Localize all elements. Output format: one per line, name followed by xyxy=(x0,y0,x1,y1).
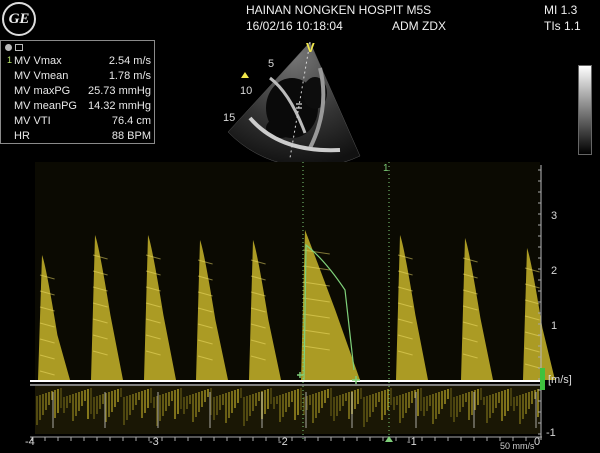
echo-sector-image xyxy=(227,41,361,168)
measurement-value: 2.54 m/s xyxy=(108,55,151,67)
measurement-panel: 1 MV Vmax 2.54 m/s MV Vmean 1.78 m/s MV maxPG… xyxy=(0,40,155,144)
velocity-tick-label: 2 xyxy=(551,265,558,277)
measurement-label: MV Vmax xyxy=(14,55,62,67)
panel-toolbar xyxy=(5,43,25,53)
velocity-tick-label: -1 xyxy=(546,427,556,439)
doppler-spectrum xyxy=(30,162,555,442)
measurement-value: 1.78 m/s xyxy=(108,70,151,82)
depth-label: 10 xyxy=(240,85,253,97)
baseline-marker[interactable] xyxy=(540,368,545,390)
measurement-label: MV meanPG xyxy=(14,100,77,112)
measurement-value: 14.32 mmHg xyxy=(88,100,151,112)
measurement-label: MV VTI xyxy=(14,115,51,127)
ge-logo: GE xyxy=(2,2,36,36)
operator-id: ADM ZDX xyxy=(392,19,446,33)
measurement-value: 88 BPM xyxy=(111,130,151,142)
depth-marker-icon xyxy=(241,72,249,78)
measurement-row: MV meanPG 14.32 mmHg xyxy=(7,100,153,115)
hospital-name: HAINAN NONGKEN HOSPIT M5S xyxy=(246,3,432,17)
depth-label: 15 xyxy=(223,112,236,124)
velocity-units: [m/s] xyxy=(548,374,572,386)
time-tick-label: -1 xyxy=(407,436,417,448)
record-icon xyxy=(5,44,12,51)
measurement-row: MV Vmean 1.78 m/s xyxy=(7,70,153,85)
measurement-row: MV maxPG 25.73 mmHg xyxy=(7,85,153,100)
measurement-label: MV maxPG xyxy=(14,85,71,97)
measurement-row: MV VTI 76.4 cm xyxy=(7,115,153,130)
velocity-tick-label: 3 xyxy=(551,210,558,222)
time-tick-label: -3 xyxy=(149,436,159,448)
grid-icon xyxy=(15,44,23,51)
sector-orientation-marker: V xyxy=(306,40,315,55)
time-tick-label: -2 xyxy=(278,436,288,448)
depth-label: 5 xyxy=(268,58,275,70)
measurement-row: HR 88 BPM xyxy=(7,130,153,145)
time-tick-label: 0 xyxy=(534,436,541,448)
measurement-label: MV Vmean xyxy=(14,70,69,82)
velocity-tick-label: 1 xyxy=(551,320,558,332)
exam-datetime: 16/02/16 10:18:04 xyxy=(246,19,343,33)
measurement-number: 1 xyxy=(7,55,13,65)
thermal-index: TIs 1.1 xyxy=(544,19,581,33)
grayscale-bar xyxy=(578,65,592,155)
ge-logo-text: GE xyxy=(8,10,30,27)
measurement-value: 25.73 mmHg xyxy=(88,85,151,97)
doppler-cursor-number: 1 xyxy=(383,163,389,174)
measurement-value: 76.4 cm xyxy=(111,115,151,127)
measurement-row: 1 MV Vmax 2.54 m/s xyxy=(7,55,153,70)
sweep-speed: 50 mm/s xyxy=(500,441,535,451)
time-tick-label: -4 xyxy=(25,436,35,448)
measurement-label: HR xyxy=(14,130,30,142)
mechanical-index: MI 1.3 xyxy=(544,3,578,17)
